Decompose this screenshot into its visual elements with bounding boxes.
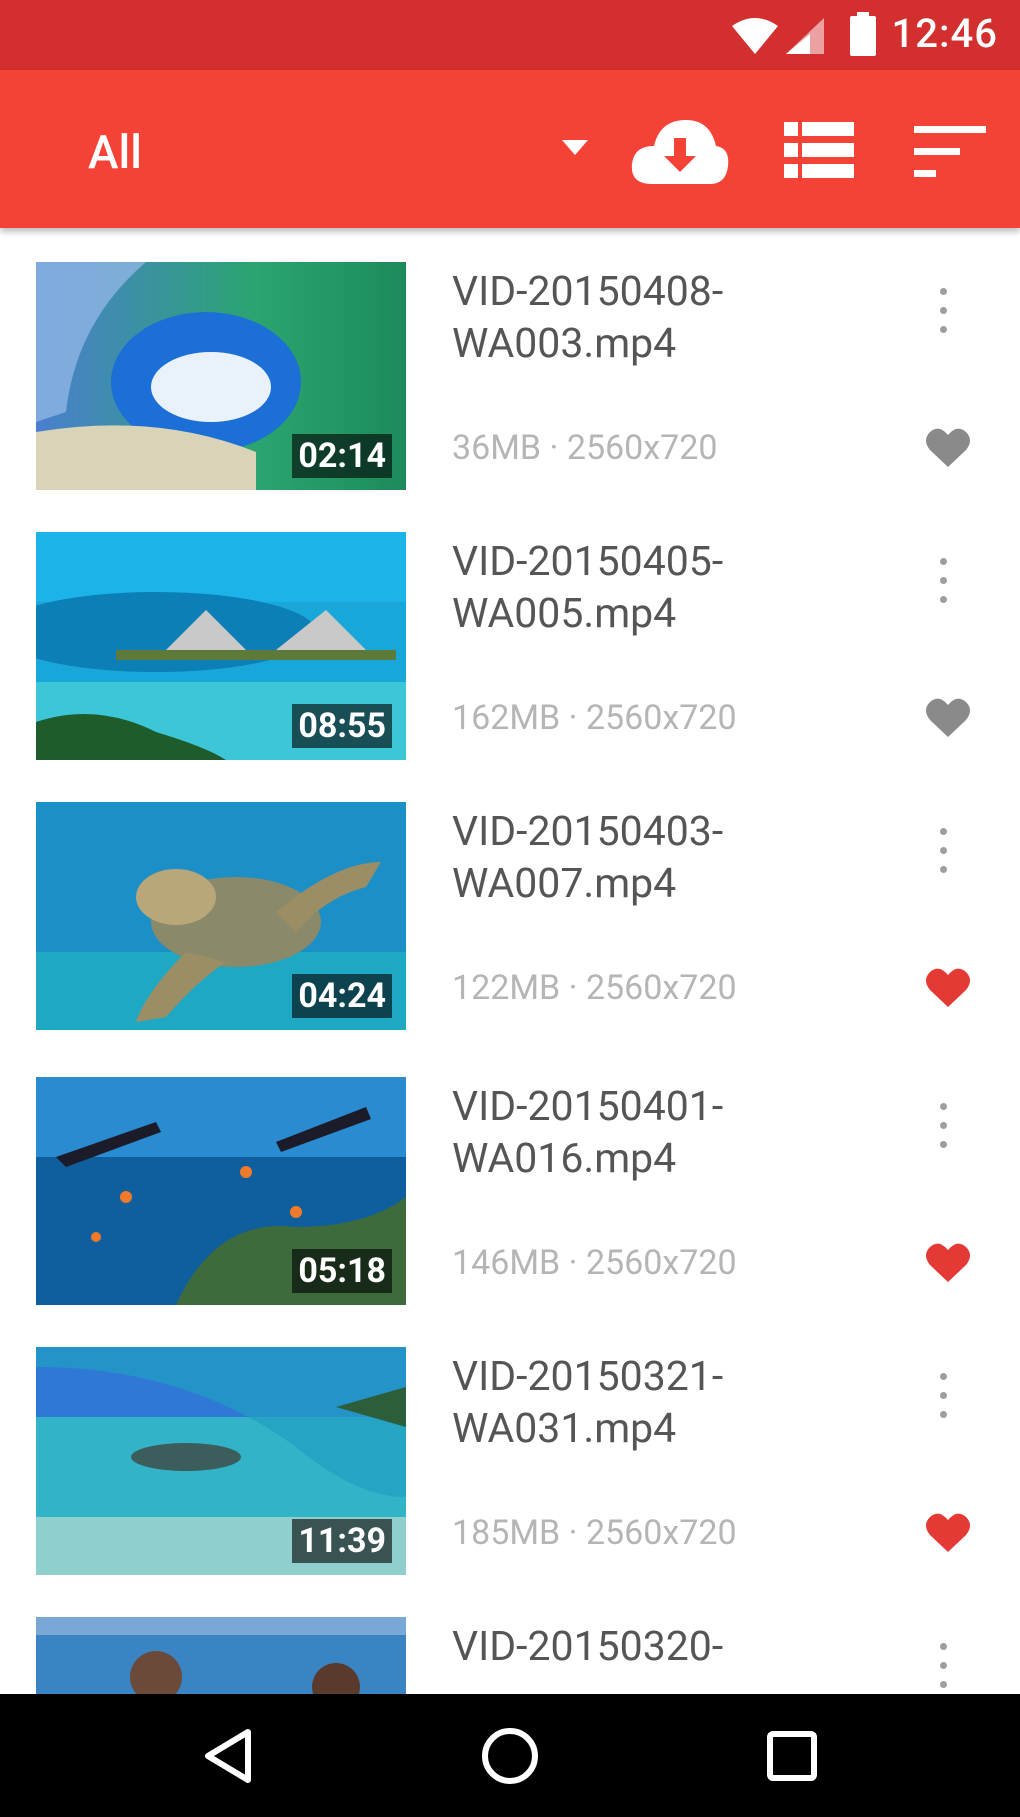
video-meta: 185MB · 2560x720 bbox=[452, 1513, 737, 1553]
video-thumbnail[interactable]: 08:55 bbox=[36, 532, 406, 760]
video-title: VID-20150320- bbox=[452, 1623, 724, 1671]
video-title: VID-20150408- WA003.mp4 bbox=[452, 268, 724, 368]
app-bar: All bbox=[0, 70, 1020, 228]
battery-icon bbox=[850, 12, 876, 56]
more-options-icon[interactable] bbox=[935, 288, 951, 348]
more-options-icon[interactable] bbox=[935, 558, 951, 618]
recents-icon[interactable] bbox=[766, 1730, 818, 1782]
favorite-heart-icon[interactable] bbox=[924, 696, 972, 738]
video-title: VID-20150401- WA016.mp4 bbox=[452, 1083, 724, 1183]
video-meta: 162MB · 2560x720 bbox=[452, 698, 737, 738]
video-thumbnail[interactable] bbox=[36, 1617, 406, 1694]
video-meta: 36MB · 2560x720 bbox=[452, 428, 718, 468]
list-item[interactable]: VID-20150320- bbox=[0, 1583, 1020, 1694]
video-meta: 122MB · 2560x720 bbox=[452, 968, 737, 1008]
sort-icon[interactable] bbox=[914, 126, 986, 178]
filter-dropdown-label[interactable]: All bbox=[88, 126, 142, 180]
video-list: 02:14 VID-20150408- WA003.mp4 36MB · 2560… bbox=[0, 228, 1020, 1694]
video-thumbnail[interactable]: 04:24 bbox=[36, 802, 406, 1030]
video-duration: 02:14 bbox=[292, 434, 392, 478]
cloud-download-icon[interactable] bbox=[630, 112, 730, 188]
back-icon[interactable] bbox=[200, 1726, 256, 1786]
video-title: VID-20150321- WA031.mp4 bbox=[452, 1353, 724, 1453]
home-icon[interactable] bbox=[480, 1726, 540, 1786]
favorite-heart-icon[interactable] bbox=[924, 1241, 972, 1283]
video-duration: 08:55 bbox=[292, 704, 392, 748]
more-options-icon[interactable] bbox=[935, 1373, 951, 1433]
more-options-icon[interactable] bbox=[935, 1643, 951, 1694]
wifi-icon bbox=[732, 18, 778, 54]
list-item[interactable]: 02:14 VID-20150408- WA003.mp4 36MB · 2560… bbox=[0, 228, 1020, 498]
video-meta: 146MB · 2560x720 bbox=[452, 1243, 737, 1283]
signal-icon bbox=[786, 18, 824, 54]
more-options-icon[interactable] bbox=[935, 1103, 951, 1163]
video-title: VID-20150405- WA005.mp4 bbox=[452, 538, 724, 638]
video-duration: 04:24 bbox=[292, 974, 392, 1018]
favorite-heart-icon[interactable] bbox=[924, 426, 972, 468]
list-item[interactable]: 05:18 VID-20150401- WA016.mp4 146MB · 256… bbox=[0, 1043, 1020, 1313]
list-view-icon[interactable] bbox=[784, 122, 854, 178]
video-duration: 05:18 bbox=[292, 1249, 392, 1293]
list-item[interactable]: 04:24 VID-20150403- WA007.mp4 122MB · 256… bbox=[0, 768, 1020, 1038]
video-thumbnail[interactable]: 02:14 bbox=[36, 262, 406, 490]
video-thumbnail[interactable]: 05:18 bbox=[36, 1077, 406, 1305]
list-item[interactable]: 11:39 VID-20150321- WA031.mp4 185MB · 256… bbox=[0, 1313, 1020, 1583]
navigation-bar bbox=[0, 1694, 1020, 1817]
more-options-icon[interactable] bbox=[935, 828, 951, 888]
favorite-heart-icon[interactable] bbox=[924, 966, 972, 1008]
video-title: VID-20150403- WA007.mp4 bbox=[452, 808, 724, 908]
status-bar: 12:46 bbox=[0, 0, 1020, 70]
dropdown-icon[interactable] bbox=[560, 138, 590, 158]
video-thumbnail[interactable]: 11:39 bbox=[36, 1347, 406, 1575]
status-time: 12:46 bbox=[891, 10, 998, 57]
favorite-heart-icon[interactable] bbox=[924, 1511, 972, 1553]
video-duration: 11:39 bbox=[292, 1519, 392, 1563]
list-item[interactable]: 08:55 VID-20150405- WA005.mp4 162MB · 256… bbox=[0, 498, 1020, 768]
